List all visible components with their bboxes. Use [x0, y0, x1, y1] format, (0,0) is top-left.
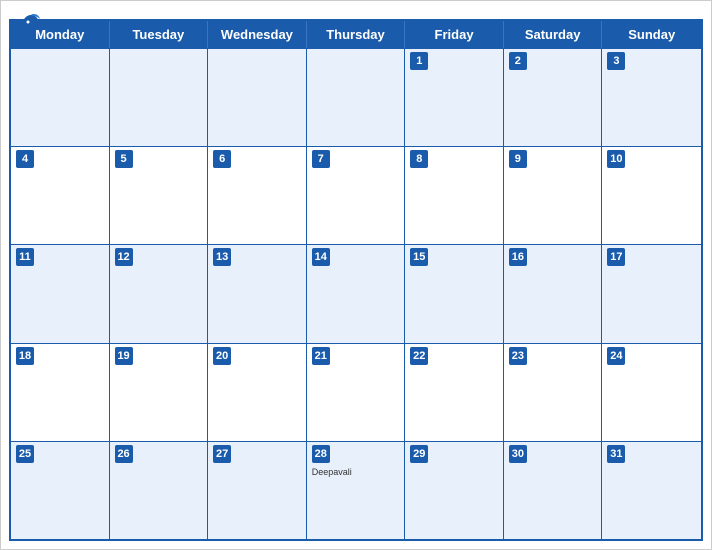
day-number: 6	[213, 150, 231, 168]
week-row-5: 25 26 27 28 Deepavali 29 30 31	[11, 441, 701, 539]
day-cell: 2	[504, 49, 603, 146]
day-number: 5	[115, 150, 133, 168]
day-cell	[11, 49, 110, 146]
day-cell: 6	[208, 147, 307, 244]
day-cell: 29	[405, 442, 504, 539]
day-number: 30	[509, 445, 527, 463]
calendar-header	[1, 1, 711, 19]
day-number: 25	[16, 445, 34, 463]
day-cell	[307, 49, 406, 146]
day-headers-row: MondayTuesdayWednesdayThursdayFridaySatu…	[11, 21, 701, 48]
day-cell: 12	[110, 245, 209, 342]
week-row-3: 11 12 13 14 15 16 17	[11, 244, 701, 342]
day-number: 31	[607, 445, 625, 463]
day-event: Deepavali	[312, 467, 400, 477]
day-number: 15	[410, 248, 428, 266]
day-number: 9	[509, 150, 527, 168]
day-number: 8	[410, 150, 428, 168]
day-number: 18	[16, 347, 34, 365]
day-number: 11	[16, 248, 34, 266]
week-row-2: 4 5 6 7 8 9 10	[11, 146, 701, 244]
day-cell: 25	[11, 442, 110, 539]
day-cell: 15	[405, 245, 504, 342]
day-number: 14	[312, 248, 330, 266]
day-header-tuesday: Tuesday	[110, 21, 209, 48]
day-cell: 30	[504, 442, 603, 539]
day-cell: 10	[602, 147, 701, 244]
day-number: 16	[509, 248, 527, 266]
week-row-4: 18 19 20 21 22 23 24	[11, 343, 701, 441]
day-number: 23	[509, 347, 527, 365]
day-cell: 26	[110, 442, 209, 539]
day-cell: 4	[11, 147, 110, 244]
day-cell: 8	[405, 147, 504, 244]
day-number: 10	[607, 150, 625, 168]
day-number: 29	[410, 445, 428, 463]
calendar-grid: MondayTuesdayWednesdayThursdayFridaySatu…	[9, 19, 703, 541]
day-number: 24	[607, 347, 625, 365]
logo	[17, 11, 50, 45]
weeks-container: 1234567891011121314151617181920212223242…	[11, 48, 701, 539]
day-number: 21	[312, 347, 330, 365]
day-header-saturday: Saturday	[504, 21, 603, 48]
day-header-sunday: Sunday	[602, 21, 701, 48]
day-number: 26	[115, 445, 133, 463]
day-cell: 22	[405, 344, 504, 441]
day-number: 28	[312, 445, 330, 463]
day-number: 19	[115, 347, 133, 365]
day-cell: 9	[504, 147, 603, 244]
day-number: 4	[16, 150, 34, 168]
day-number: 22	[410, 347, 428, 365]
day-number: 17	[607, 248, 625, 266]
day-cell: 18	[11, 344, 110, 441]
logo-bird-icon	[17, 11, 45, 45]
day-cell: 13	[208, 245, 307, 342]
day-number: 1	[410, 52, 428, 70]
day-cell	[110, 49, 209, 146]
day-header-wednesday: Wednesday	[208, 21, 307, 48]
day-number: 20	[213, 347, 231, 365]
day-number: 12	[115, 248, 133, 266]
day-cell: 7	[307, 147, 406, 244]
day-cell: 17	[602, 245, 701, 342]
day-cell: 23	[504, 344, 603, 441]
day-cell: 27	[208, 442, 307, 539]
calendar-container: MondayTuesdayWednesdayThursdayFridaySatu…	[0, 0, 712, 550]
day-cell: 3	[602, 49, 701, 146]
day-cell: 1	[405, 49, 504, 146]
day-number: 2	[509, 52, 527, 70]
day-cell: 14	[307, 245, 406, 342]
day-number: 27	[213, 445, 231, 463]
day-cell: 24	[602, 344, 701, 441]
day-cell: 31	[602, 442, 701, 539]
day-cell	[208, 49, 307, 146]
day-cell: 19	[110, 344, 209, 441]
day-cell: 5	[110, 147, 209, 244]
day-cell: 20	[208, 344, 307, 441]
day-header-friday: Friday	[405, 21, 504, 48]
week-row-1: 1 2 3	[11, 48, 701, 146]
day-cell: 11	[11, 245, 110, 342]
day-cell: 16	[504, 245, 603, 342]
day-cell: 28 Deepavali	[307, 442, 406, 539]
day-number: 13	[213, 248, 231, 266]
day-number: 7	[312, 150, 330, 168]
day-header-thursday: Thursday	[307, 21, 406, 48]
day-cell: 21	[307, 344, 406, 441]
day-number: 3	[607, 52, 625, 70]
